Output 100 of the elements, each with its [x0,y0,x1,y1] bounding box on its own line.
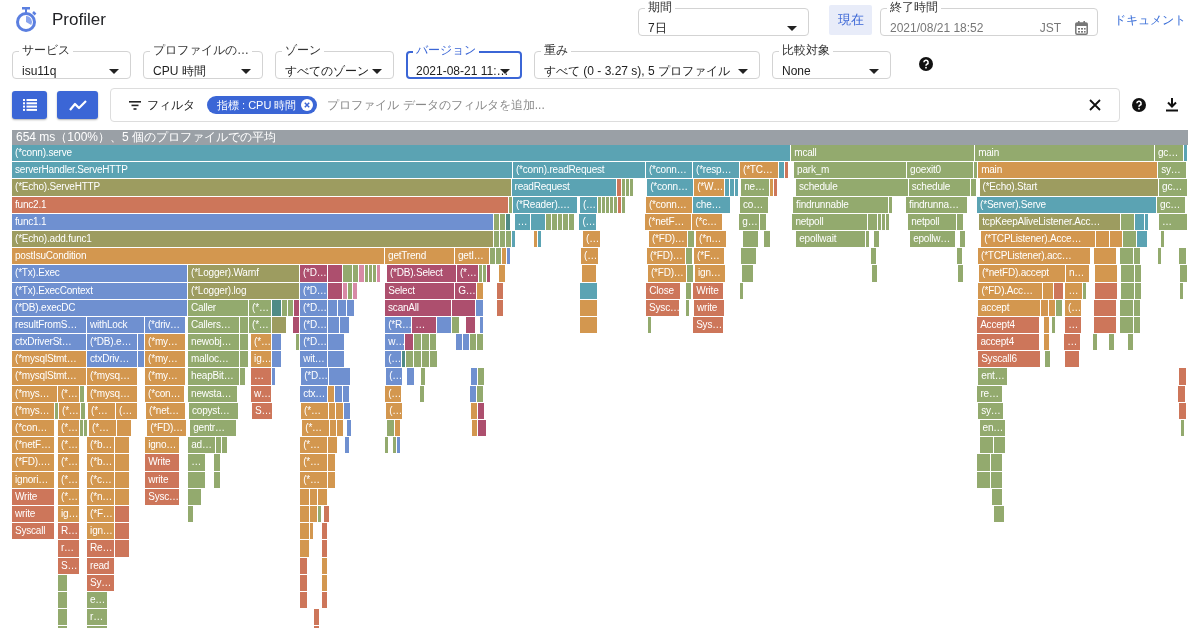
dropdown-field[interactable]: 比較対象 None [772,43,891,79]
flame-frame[interactable]: main [978,162,1159,180]
flame-frame[interactable]: (*W… [694,179,726,197]
flame-frame[interactable]: goexit0 [907,162,975,180]
flame-frame[interactable]: (*conn… [645,162,693,180]
flame-frame[interactable]: (*FD).… [12,454,56,472]
flame-frame[interactable]: serverHandler.ServeHTTP [12,162,513,180]
flame-frame[interactable]: ctxDriv… [87,351,139,369]
flame-frame[interactable]: (*… [456,265,479,283]
flame-frame[interactable]: … [251,368,273,386]
flame-frame[interactable]: ad… [188,437,217,455]
flame-frame[interactable]: (*netF… [12,437,56,455]
flame-frame[interactable]: (*… [302,420,331,438]
flame-frame[interactable]: Write [145,454,181,472]
flame-frame[interactable]: ctxDriverSt… [12,334,87,352]
dropdown-field[interactable]: 期間 7日 [638,0,809,36]
flame-frame[interactable]: ig… [251,351,273,369]
flame-frame[interactable]: accept4 [977,334,1041,352]
flame-frame[interactable]: (*conn… [647,179,695,197]
flame-frame[interactable]: w… [385,334,406,352]
flame-frame[interactable]: R… [58,523,81,541]
flame-frame[interactable]: (*FD)… [147,420,188,438]
filter-bar[interactable]: フィルタ 指標 : CPU 時間 プロファイル データのフィルタを追加... [110,88,1120,122]
flame-frame[interactable]: (*F… [694,248,726,266]
flame-frame[interactable]: park_m [794,162,908,180]
flame-frame[interactable]: (*mysq… [87,368,139,386]
flame-frame[interactable]: postIsuCondition [12,248,385,266]
flame-frame[interactable]: (*b… [87,437,116,455]
flame-frame[interactable]: (*conn).serve [12,145,792,163]
flame-frame[interactable]: gc… [1155,145,1184,163]
flame-frame[interactable]: (… [579,213,598,231]
flame-frame[interactable]: (*FD)… [647,265,687,283]
flame-frame[interactable]: Syscall [12,523,56,541]
flame-frame[interactable]: mcall [791,145,976,163]
dropdown-field[interactable]: ゾーン すべてのゾーン [275,43,394,79]
filter-button[interactable]: フィルタ [129,96,195,114]
flame-frame[interactable]: (*… [58,420,81,438]
flame-frame[interactable]: (*my… [145,368,187,386]
flame-frame[interactable]: (*… [58,437,81,455]
flame-frame[interactable]: (*TCPListener).acc… [978,248,1091,266]
flame-frame[interactable]: getTrend [385,248,455,266]
flame-frame[interactable]: (*Tx).Exec [12,265,188,283]
flame-frame[interactable]: (*mysqlStmt… [12,368,87,386]
flame-frame[interactable]: (*… [58,454,81,472]
flame-frame[interactable]: sy… [1158,162,1188,180]
flame-frame[interactable]: (*b… [87,454,116,472]
flame-frame[interactable]: (*… [89,420,118,438]
flame-frame[interactable]: (… [583,230,601,249]
dropdown-field[interactable]: 重み すべて (0 - 3.27 s), 5 プロファイル [534,43,760,79]
flame-frame[interactable]: … [188,454,207,472]
flame-frame[interactable]: readRequest [511,179,618,197]
flame-frame[interactable]: r… [87,609,109,627]
flame-frame[interactable]: (*conn).readRequest [512,162,646,180]
flame-frame[interactable]: ent… [978,368,1009,386]
flame-frame[interactable]: (… [385,351,403,369]
flame-frame[interactable]: main [975,145,1155,163]
flame-frame[interactable]: schedule [908,179,971,197]
flame-frame[interactable]: heapBit… [188,368,241,386]
flame-frame[interactable]: (*Echo).ServeHTTP [12,179,512,197]
flame-frame[interactable]: (*my… [145,334,187,352]
filter-chip[interactable]: 指標 : CPU 時間 [207,96,318,114]
flame-frame[interactable]: (*Logger).Warnf [188,265,300,283]
dropdown-field[interactable]: サービス isu11q [12,43,131,79]
flame-frame[interactable]: … [1064,334,1082,352]
flame-frame[interactable]: (*FD)… [646,248,686,266]
flame-frame[interactable]: (… [581,248,599,266]
flame-frame[interactable]: r… [57,540,80,558]
flame-frame[interactable]: (*netFD).accept [978,265,1066,283]
flame-frame[interactable]: (*n… [696,230,728,249]
flame-frame[interactable]: getI… [455,248,490,266]
flame-frame[interactable]: (*DB).Select [386,265,457,283]
flame-frame[interactable]: (*my… [145,351,187,369]
flame-frame[interactable]: (*TC… [740,162,780,180]
flame-frame[interactable]: (*Echo).Start [979,179,1160,197]
flame-frame[interactable]: (*DB).e… [87,334,139,352]
flame-frame[interactable]: Syscall6 [978,351,1042,369]
flame-frame[interactable]: gentr… [190,420,238,438]
dropdown-field[interactable]: バージョン 2021-08-21 11:… [406,43,522,79]
flame-frame[interactable]: wit… [300,351,329,369]
flame-frame[interactable]: ign… [695,265,727,283]
docs-link[interactable]: ドキュメント [1114,11,1186,29]
flame-frame[interactable]: (*mysqlStmt… [12,351,87,369]
flame-frame[interactable]: ign… [87,523,116,541]
flame-frame[interactable]: igno… [145,437,181,455]
flame-frame[interactable]: (*D… [300,334,329,352]
flame-frame[interactable]: Re… [87,540,115,558]
flame-frame[interactable]: malloc… [188,351,241,369]
flame-frame[interactable]: (*… [251,334,273,352]
dropdown-field[interactable]: プロファイルの… CPU 時間 [143,43,263,79]
flame-frame[interactable]: (*… [300,437,329,455]
flame-frame[interactable]: (*D… [301,368,330,386]
flame-frame[interactable]: n… [1065,265,1090,283]
flame-frame[interactable]: ne… [741,179,771,197]
flame-frame[interactable]: (*resp… [693,162,741,180]
flame-frame[interactable]: en… [979,420,1006,438]
flame-frame[interactable]: schedule [796,179,909,197]
flame-frame[interactable]: (… [386,368,404,386]
flame-frame[interactable]: (*con… [12,420,56,438]
flame-frame[interactable]: (*D… [299,265,328,283]
date-field[interactable]: 終了時間 2021/08/21 18:52 JST [880,0,1098,36]
